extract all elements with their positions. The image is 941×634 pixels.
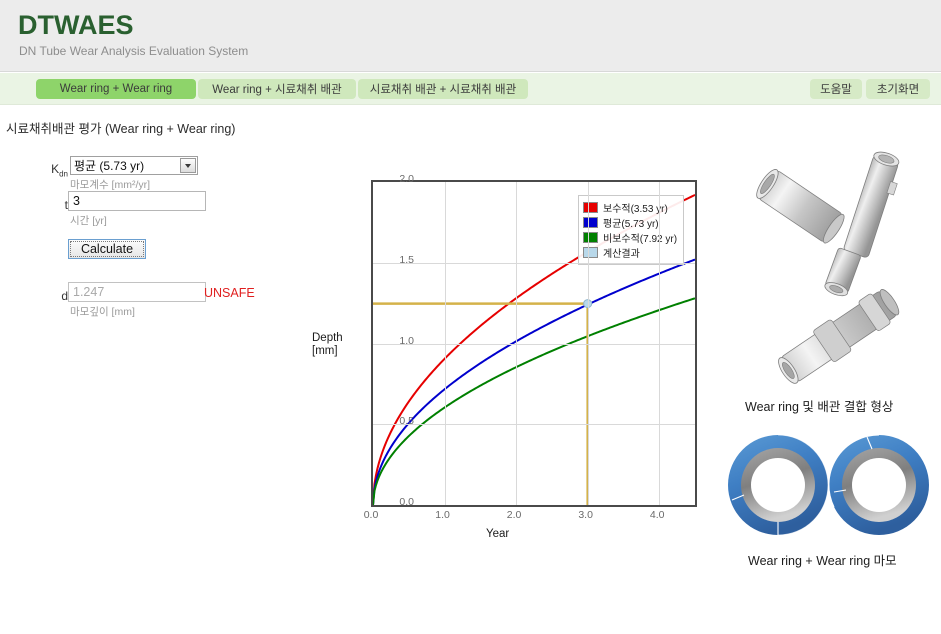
gridline-vertical [516,182,518,505]
depth-unit-label: 마모깊이 [mm] [70,306,135,318]
chart-plot-area: 보수적(3.53 yr) 평균(5.73 yr) 비보수적(7.92 yr) 계산결과 [371,180,697,507]
chart-x-tick: 1.0 [435,509,450,521]
input-form: Kdn 평균 (5.73 yr) 마모계수 [mm²/yr] t 시간 [yr]… [0,150,320,320]
status-badge: UNSAFE [204,286,255,300]
chart-y-tick: 0.5 [399,415,414,428]
gridline-vertical [587,182,589,505]
chart-x-axis-label: Year [486,528,510,540]
legend-item: 계산결과 [583,245,677,260]
legend-item: 비보수적(7.92 yr) [583,230,677,245]
depth-label: d [61,289,68,303]
tube-figure-caption: Wear ring 및 배관 결합 형상 [745,400,894,414]
chart-y-tick: 2.0 [399,173,414,185]
chart-x-tick: 4.0 [649,509,665,521]
home-button[interactable]: 초기화면 [866,79,930,99]
gridline-vertical [659,182,661,505]
legend-swatch [583,202,598,213]
tab-bar: Wear ring + Wear ring Wear ring + 시료채취 배… [0,73,941,105]
legend-label: 비보수적(7.92 yr) [603,234,678,245]
legend-label: 계산결과 [603,249,640,260]
legend-swatch [583,247,598,258]
ring-figure-caption: Wear ring + Wear ring 마모 [748,554,897,568]
kdn-label: Kdn [51,162,68,179]
chart-y-tick: 1.5 [399,253,414,266]
wear-coefficient-value: 평균 (5.73 yr) [74,159,145,173]
tab-sample-pipe-sample-pipe[interactable]: 시료채취 배관 + 시료채취 배관 [358,79,528,99]
wear-ring-figure [728,434,929,536]
wear-depth-chart: Depth [mm] Year 보수적(3.53 yr) 평균(5.73 yr) 비보… [300,160,720,550]
app-header: DTWAES DN Tube Wear Analysis Evaluation … [0,0,941,72]
time-label: t [64,198,68,212]
time-input[interactable] [68,191,206,211]
gridline-horizontal [373,262,695,264]
chevron-down-icon[interactable] [180,158,196,173]
help-button[interactable]: 도움말 [810,79,862,99]
tab-wear-ring-wear-ring[interactable]: Wear ring + Wear ring [36,79,196,99]
app-title: DTWAES [18,10,134,40]
legend-label: 평균(5.73 yr) [603,219,659,230]
legend-swatch [583,217,598,228]
gridline-horizontal [373,343,695,345]
chart-y-tick: 1.0 [399,334,414,347]
tab-wear-ring-sample-pipe[interactable]: Wear ring + 시료채취 배관 [198,79,356,99]
page-title: 시료채취배관 평가 (Wear ring + Wear ring) [6,122,236,136]
chart-x-tick: 0.0 [363,509,379,521]
time-unit-label: 시간 [yr] [70,215,107,227]
gridline-horizontal [373,424,695,426]
app-subtitle: DN Tube Wear Analysis Evaluation System [19,44,249,58]
legend-swatch [583,232,598,243]
legend-label: 보수적(3.53 yr) [603,204,668,215]
chart-x-tick: 2.0 [506,509,522,521]
kdn-unit-label: 마모계수 [mm²/yr] [70,179,151,191]
legend-item: 보수적(3.53 yr) [583,200,677,215]
chart-legend: 보수적(3.53 yr) 평균(5.73 yr) 비보수적(7.92 yr) 계산결과 [578,195,685,265]
chart-x-tick: 3.0 [578,509,593,521]
chart-series-line [373,297,695,505]
legend-item: 평균(5.73 yr) [583,215,677,230]
chart-series-line [373,258,695,505]
calculate-button[interactable]: Calculate [68,239,146,259]
wear-coefficient-select[interactable]: 평균 (5.73 yr) [70,156,198,175]
tube-assembly-figure [756,151,900,384]
chart-y-tick: 0.0 [399,496,414,508]
gridline-vertical [444,182,446,505]
chart-y-axis-label: Depth [mm] [312,332,343,357]
wear-depth-output [68,282,206,302]
